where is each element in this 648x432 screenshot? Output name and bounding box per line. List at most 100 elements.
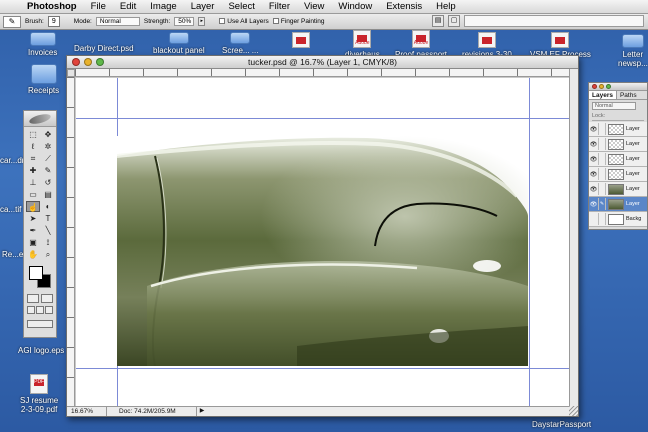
desktop-icon-letter[interactable]: Letter newsp... xyxy=(618,34,648,68)
desktop-icon-agi-logo[interactable]: AGI logo.eps xyxy=(18,346,64,355)
file-browser-icon[interactable]: ▤ xyxy=(432,15,444,27)
layer-link-cell[interactable] xyxy=(598,183,606,195)
layer-link-cell[interactable] xyxy=(598,153,606,165)
menu-file[interactable]: File xyxy=(84,1,113,12)
guide-horizontal-bottom[interactable] xyxy=(76,368,571,369)
history-brush-tool-icon[interactable]: ↺ xyxy=(41,177,55,188)
palette-well[interactable] xyxy=(464,15,644,27)
vertical-ruler[interactable] xyxy=(67,77,75,407)
jump-to-imageready-button[interactable] xyxy=(27,320,53,328)
menu-image[interactable]: Image xyxy=(143,1,183,12)
blend-mode-select[interactable]: Normal xyxy=(592,102,636,110)
menu-layer[interactable]: Layer xyxy=(184,1,222,12)
layer-row[interactable]: 👁 Layer xyxy=(589,167,647,182)
layer-row[interactable]: 👁 Layer xyxy=(589,137,647,152)
menu-extensis[interactable]: Extensis xyxy=(379,1,429,12)
desktop-icon-blackout-panel[interactable]: blackout panel xyxy=(153,32,205,55)
desktop-icon-file-1[interactable] xyxy=(292,32,310,50)
full-screen-menu-mode-button[interactable] xyxy=(36,306,44,314)
layers-palette-titlebar[interactable] xyxy=(589,83,647,91)
slice-tool-icon[interactable]: ⟋ xyxy=(41,153,55,164)
menu-filter[interactable]: Filter xyxy=(262,1,297,12)
desktop-icon-receipts[interactable]: Receipts xyxy=(28,64,59,95)
menu-edit[interactable]: Edit xyxy=(113,1,143,12)
menu-view[interactable]: View xyxy=(297,1,331,12)
brush-link-icon[interactable]: ✎ xyxy=(598,198,606,210)
path-selection-tool-icon[interactable]: ➤ xyxy=(26,213,40,224)
type-tool-icon[interactable]: T xyxy=(41,213,55,224)
clone-stamp-tool-icon[interactable]: ⊥ xyxy=(26,177,40,188)
tab-paths[interactable]: Paths xyxy=(617,91,640,99)
pen-tool-icon[interactable]: ✒ xyxy=(26,225,40,236)
minimize-palette-button[interactable] xyxy=(599,84,604,89)
layer-row-background[interactable]: Backg xyxy=(589,212,647,227)
full-screen-mode-button[interactable] xyxy=(45,306,53,314)
layer-link-cell[interactable] xyxy=(598,168,606,180)
marquee-tool-icon[interactable]: ⬚ xyxy=(26,129,40,140)
close-window-button[interactable] xyxy=(72,58,80,66)
smudge-tool-icon[interactable]: ☝ xyxy=(26,201,40,212)
ruler-origin[interactable] xyxy=(67,69,75,77)
eye-icon[interactable]: 👁 xyxy=(589,171,598,178)
use-all-layers-checkbox[interactable] xyxy=(219,18,226,25)
eye-icon[interactable]: 👁 xyxy=(589,186,598,193)
desktop-icon-partial-2[interactable]: ca...tif xyxy=(0,205,21,214)
horizontal-ruler[interactable] xyxy=(75,69,571,77)
desktop-icon-sj-resume[interactable]: PDF SJ resume 2-3-09.pdf xyxy=(20,374,58,414)
tools-palette-header[interactable] xyxy=(24,111,56,127)
toggle-palettes-icon[interactable]: ▢ xyxy=(448,15,460,27)
lasso-tool-icon[interactable]: ℓ xyxy=(26,141,40,152)
layer-row-selected[interactable]: 👁 ✎ Layer xyxy=(589,197,647,212)
strength-input[interactable]: 50% xyxy=(174,17,195,26)
standard-screen-mode-button[interactable] xyxy=(27,306,35,314)
gradient-tool-icon[interactable]: ▤ xyxy=(41,189,55,200)
zoom-window-button[interactable] xyxy=(96,58,104,66)
eraser-tool-icon[interactable]: ▭ xyxy=(26,189,40,200)
strength-slider-arrow-icon[interactable]: ▸ xyxy=(198,17,206,26)
shape-tool-icon[interactable]: ╲ xyxy=(41,225,55,236)
layer-row[interactable]: 👁 Layer xyxy=(589,152,647,167)
close-palette-button[interactable] xyxy=(592,84,597,89)
menu-help[interactable]: Help xyxy=(429,1,463,12)
brush-picker[interactable]: 9 xyxy=(47,16,60,27)
status-menu-arrow-icon[interactable]: ▶ xyxy=(197,407,207,416)
eye-icon[interactable]: 👁 xyxy=(589,126,598,133)
minimize-window-button[interactable] xyxy=(84,58,92,66)
desktop-icon-darby-direct[interactable]: Darby Direct.psd xyxy=(74,44,134,53)
mode-select[interactable]: Normal xyxy=(95,17,140,26)
eyedropper-tool-icon[interactable]: ⟟ xyxy=(41,237,55,248)
dodge-tool-icon[interactable]: ◐ xyxy=(41,201,55,212)
hand-tool-icon[interactable]: ✋ xyxy=(26,249,40,260)
foreground-color-swatch[interactable] xyxy=(29,266,43,280)
smudge-tool-preset-icon[interactable]: ✎ xyxy=(3,15,21,28)
vertical-scrollbar[interactable] xyxy=(569,69,578,407)
standard-mode-button[interactable] xyxy=(27,294,39,303)
guide-vertical-right[interactable] xyxy=(529,78,530,407)
zoom-tool-icon[interactable]: ⌕ xyxy=(41,249,55,260)
menu-app-photoshop[interactable]: Photoshop xyxy=(20,1,84,12)
desktop-icon-screenshot[interactable]: Scree... ... xyxy=(222,32,258,55)
layer-link-cell[interactable] xyxy=(598,213,606,225)
eye-icon[interactable]: 👁 xyxy=(589,156,598,163)
layer-link-cell[interactable] xyxy=(598,123,606,135)
desktop-icon-invoices[interactable]: Invoices xyxy=(28,32,57,57)
guide-horizontal-top[interactable] xyxy=(76,118,571,119)
menu-window[interactable]: Window xyxy=(331,1,379,12)
eye-icon[interactable]: 👁 xyxy=(589,201,598,208)
use-all-layers-option[interactable]: Use All Layers xyxy=(219,18,269,25)
finger-painting-checkbox[interactable] xyxy=(272,18,279,25)
healing-brush-tool-icon[interactable]: ✚ xyxy=(26,165,40,176)
crop-tool-icon[interactable]: ⌗ xyxy=(26,153,40,164)
quick-mask-mode-button[interactable] xyxy=(41,294,53,303)
zoom-palette-button[interactable] xyxy=(606,84,611,89)
eye-icon[interactable]: 👁 xyxy=(589,141,598,148)
zoom-level-field[interactable]: 16.67% xyxy=(67,407,107,416)
resize-grip-icon[interactable] xyxy=(569,406,578,416)
desktop-icon-daystar-passport[interactable]: DaystarPassport xyxy=(532,420,591,429)
magic-wand-tool-icon[interactable]: ✲ xyxy=(41,141,55,152)
image-canvas[interactable] xyxy=(76,78,571,407)
layer-row[interactable]: 👁 Layer xyxy=(589,182,647,197)
menu-select[interactable]: Select xyxy=(221,1,261,12)
layer-link-cell[interactable] xyxy=(598,138,606,150)
layer-row[interactable]: 👁 Layer xyxy=(589,122,647,137)
